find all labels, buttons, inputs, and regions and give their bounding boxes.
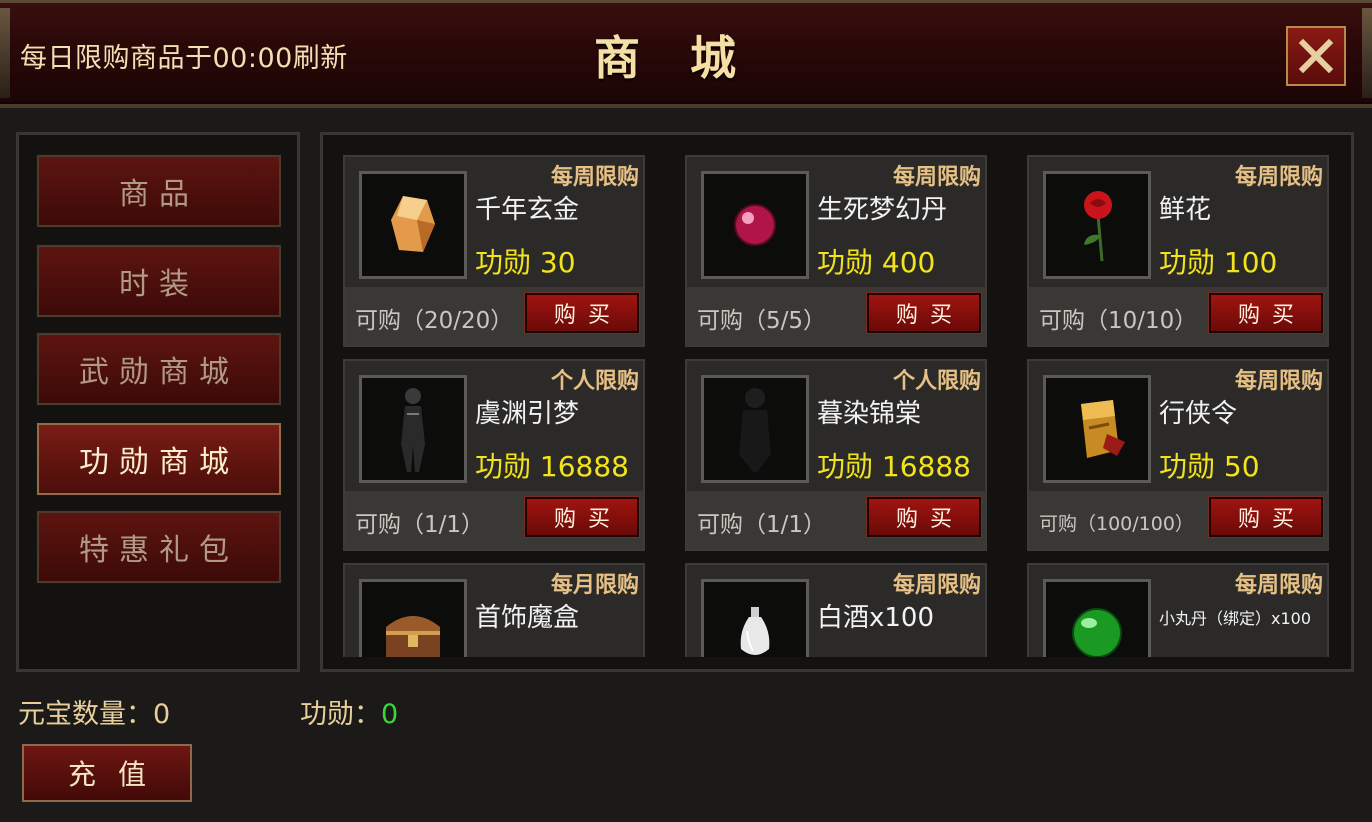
green-orb-icon bbox=[1072, 608, 1122, 657]
item-stock: 可购（1/1） bbox=[697, 512, 827, 538]
item-name: 生死梦幻丹 bbox=[817, 195, 948, 225]
item-card: 每周限购 白酒x100 bbox=[685, 563, 987, 657]
buy-button[interactable]: 购买 bbox=[1209, 293, 1323, 333]
costume-icon bbox=[401, 388, 425, 472]
item-stock: 可购（1/1） bbox=[355, 512, 485, 538]
item-name: 虞渊引梦 bbox=[475, 399, 580, 429]
item-thumbnail[interactable] bbox=[701, 171, 809, 279]
close-icon bbox=[1298, 38, 1334, 74]
item-thumbnail[interactable] bbox=[701, 579, 809, 657]
limit-badge: 每月限购 bbox=[550, 573, 639, 598]
recharge-button[interactable]: 充值 bbox=[22, 744, 192, 802]
buy-button[interactable]: 购买 bbox=[867, 497, 981, 537]
item-thumbnail[interactable] bbox=[1043, 375, 1151, 483]
item-price: 功勋 30 bbox=[475, 246, 576, 279]
item-name: 小丸丹（绑定）x100 bbox=[1159, 609, 1312, 628]
buy-button[interactable]: 购买 bbox=[525, 293, 639, 333]
item-thumbnail[interactable] bbox=[701, 375, 809, 483]
item-stock: 可购（10/10） bbox=[1039, 308, 1198, 334]
item-card: 每周限购 小丸丹（绑定）x100 bbox=[1027, 563, 1329, 657]
frame-ornament-right bbox=[1362, 8, 1372, 98]
limit-badge: 每周限购 bbox=[1234, 165, 1323, 190]
item-grid[interactable]: 每周限购 千年玄金 功勋 30 可购（20/20） 购买 每周限购 生死梦幻丹 … bbox=[323, 135, 1351, 657]
sidebar-item-military-shop[interactable]: 武勋商城 bbox=[36, 332, 282, 406]
item-price: 功勋 400 bbox=[817, 246, 936, 279]
merit-label: 功勋： bbox=[300, 699, 381, 730]
close-button[interactable] bbox=[1286, 26, 1346, 86]
sidebar-item-goods[interactable]: 商品 bbox=[36, 154, 282, 228]
item-thumbnail[interactable] bbox=[359, 171, 467, 279]
limit-badge: 个人限购 bbox=[550, 369, 639, 394]
limit-badge: 每周限购 bbox=[892, 165, 981, 190]
limit-badge: 每周限购 bbox=[550, 165, 639, 190]
item-name: 暮染锦棠 bbox=[817, 399, 922, 429]
item-thumbnail[interactable] bbox=[359, 579, 467, 657]
costume-dark-icon bbox=[739, 388, 771, 472]
item-card: 每周限购 行侠令 功勋 50 可购（100/100） 购买 bbox=[1027, 359, 1329, 551]
item-price: 功勋 50 bbox=[1159, 450, 1260, 483]
item-name: 鲜花 bbox=[1159, 195, 1212, 225]
item-grid-panel: 每周限购 千年玄金 功勋 30 可购（20/20） 购买 每周限购 生死梦幻丹 … bbox=[320, 132, 1354, 672]
merit-value: 0 bbox=[381, 699, 399, 730]
item-name: 千年玄金 bbox=[475, 195, 580, 225]
item-thumbnail[interactable] bbox=[359, 375, 467, 483]
yuanbao-label: 元宝数量： bbox=[18, 699, 153, 730]
limit-badge: 每周限购 bbox=[1234, 573, 1323, 598]
refresh-notice: 每日限购商品于00:00刷新 bbox=[20, 43, 348, 74]
frame-ornament-left bbox=[0, 8, 10, 98]
buy-button[interactable]: 购买 bbox=[1209, 497, 1323, 537]
item-card: 个人限购 虞渊引梦 功勋 16888 可购（1/1） 购买 bbox=[343, 359, 645, 551]
item-price: 功勋 16888 bbox=[817, 450, 971, 483]
treasure-chest-icon bbox=[386, 616, 440, 657]
golden-token-icon bbox=[1081, 400, 1125, 458]
sidebar-item-fashion[interactable]: 时装 bbox=[36, 244, 282, 318]
item-card: 每月限购 首饰魔盒 bbox=[343, 563, 645, 657]
item-stock: 可购（20/20） bbox=[355, 308, 514, 334]
limit-badge: 每周限购 bbox=[1234, 369, 1323, 394]
window-title: 商城 bbox=[594, 31, 786, 85]
yuanbao-value: 0 bbox=[153, 699, 171, 730]
item-card: 个人限购 暮染锦棠 功勋 16888 可购（1/1） 购买 bbox=[685, 359, 987, 551]
item-card: 每周限购 千年玄金 功勋 30 可购（20/20） 购买 bbox=[343, 155, 645, 347]
item-stock: 可购（5/5） bbox=[697, 308, 827, 334]
item-name: 白酒x100 bbox=[817, 603, 935, 633]
wine-bottle-icon bbox=[740, 607, 770, 655]
merit-balance: 功勋：0 bbox=[300, 692, 398, 731]
item-name: 行侠令 bbox=[1159, 399, 1238, 429]
category-sidebar: 商品 时装 武勋商城 功勋商城 特惠礼包 bbox=[16, 132, 300, 672]
item-thumbnail[interactable] bbox=[1043, 579, 1151, 657]
limit-badge: 个人限购 bbox=[892, 369, 981, 394]
sidebar-item-gift-packs[interactable]: 特惠礼包 bbox=[36, 510, 282, 584]
rose-icon bbox=[1084, 191, 1112, 262]
item-card: 每周限购 生死梦幻丹 功勋 400 可购（5/5） 购买 bbox=[685, 155, 987, 347]
item-name: 首饰魔盒 bbox=[475, 603, 580, 633]
item-thumbnail[interactable] bbox=[1043, 171, 1151, 279]
item-price: 功勋 100 bbox=[1159, 246, 1278, 279]
item-card: 每周限购 鲜花 功勋 100 可购（10/10） 购买 bbox=[1027, 155, 1329, 347]
item-price: 功勋 16888 bbox=[475, 450, 629, 483]
buy-button[interactable]: 购买 bbox=[867, 293, 981, 333]
item-stock: 可购（100/100） bbox=[1039, 513, 1194, 535]
limit-badge: 每周限购 bbox=[892, 573, 981, 598]
amber-crystal-icon bbox=[391, 196, 435, 252]
red-pill-icon bbox=[734, 204, 776, 246]
sidebar-item-merit-shop[interactable]: 功勋商城 bbox=[36, 422, 282, 496]
yuanbao-balance: 元宝数量：0 bbox=[18, 692, 170, 731]
title-bar: 每日限购商品于00:00刷新 商城 bbox=[0, 0, 1372, 108]
buy-button[interactable]: 购买 bbox=[525, 497, 639, 537]
